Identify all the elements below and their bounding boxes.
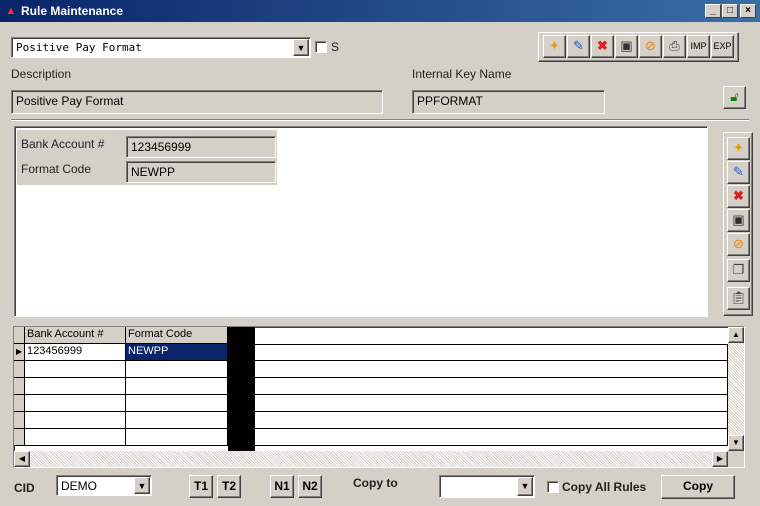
import-button[interactable]: IMP xyxy=(687,35,710,58)
copy-icon[interactable]: ❐ xyxy=(727,259,750,282)
edit-icon[interactable]: ✎ xyxy=(727,161,750,184)
new-icon[interactable]: ✦ xyxy=(727,137,750,160)
table-cell[interactable] xyxy=(126,429,228,446)
table-cell[interactable] xyxy=(25,395,126,412)
column-header-format-code[interactable]: Format Code xyxy=(126,327,228,344)
unlock-icon[interactable]: 🔓︎ xyxy=(723,86,746,109)
copy-button[interactable]: Copy xyxy=(661,475,735,499)
window-title: Rule Maintenance xyxy=(21,4,124,18)
data-grid: Bank Account # Format Code ▶ 123456999 N… xyxy=(13,326,745,468)
cid-select-value: DEMO xyxy=(61,479,97,493)
cid-select[interactable]: DEMO ▼ xyxy=(56,475,152,496)
column-separator xyxy=(228,327,255,453)
table-cell[interactable] xyxy=(126,395,228,412)
cancel-icon[interactable]: ⊘ xyxy=(727,233,750,256)
copy-to-select[interactable]: ▼ xyxy=(439,475,535,498)
cancel-icon[interactable]: ⊘ xyxy=(639,35,662,58)
copy-all-rules-checkbox[interactable] xyxy=(547,481,559,493)
minimize-button[interactable]: _ xyxy=(705,4,721,18)
format-code-label: Format Code xyxy=(21,162,92,176)
s-checkbox[interactable] xyxy=(315,41,327,53)
scroll-corner xyxy=(728,451,744,467)
table-cell[interactable] xyxy=(126,378,228,395)
n1-button[interactable]: N1 xyxy=(270,475,294,498)
internal-key-label: Internal Key Name xyxy=(412,67,512,81)
vertical-scrollbar[interactable] xyxy=(728,327,744,451)
table-cell-selected[interactable]: NEWPP xyxy=(126,344,228,361)
t2-button[interactable]: T2 xyxy=(217,475,241,498)
save-icon[interactable]: ▣ xyxy=(615,35,638,58)
n2-button[interactable]: N2 xyxy=(298,475,322,498)
paste-icon[interactable]: 📋︎ xyxy=(727,287,750,310)
maximize-button[interactable]: □ xyxy=(722,4,738,18)
cid-label: CID xyxy=(14,481,35,495)
bank-account-label: Bank Account # xyxy=(21,137,105,151)
table-cell[interactable] xyxy=(25,378,126,395)
chevron-down-icon[interactable]: ▼ xyxy=(517,477,533,496)
table-cell[interactable] xyxy=(255,395,728,412)
close-button[interactable]: × xyxy=(740,4,756,18)
table-cell[interactable] xyxy=(126,412,228,429)
format-code-field[interactable]: NEWPP xyxy=(126,161,276,183)
row-indicator xyxy=(14,429,25,446)
table-cell[interactable] xyxy=(255,344,728,361)
description-field[interactable]: Positive Pay Format xyxy=(11,90,383,114)
row-indicator xyxy=(14,378,25,395)
t1-button[interactable]: T1 xyxy=(189,475,213,498)
divider xyxy=(11,119,749,121)
table-cell[interactable]: 123456999 xyxy=(25,344,126,361)
save-icon[interactable]: ▣ xyxy=(727,209,750,232)
rule-select[interactable]: Positive Pay Format ▼ xyxy=(11,37,311,58)
table-cell[interactable] xyxy=(255,429,728,446)
scroll-left-icon[interactable]: ◀ xyxy=(14,451,30,467)
copy-all-rules-label: Copy All Rules xyxy=(562,480,647,494)
new-icon[interactable]: ✦ xyxy=(543,35,566,58)
title-bar: ▲ Rule Maintenance _ □ × xyxy=(0,0,760,22)
internal-key-field[interactable]: PPFORMAT xyxy=(412,90,605,114)
row-indicator xyxy=(14,395,25,412)
print-icon[interactable]: ⎙ xyxy=(663,35,686,58)
table-cell[interactable] xyxy=(25,412,126,429)
edit-icon[interactable]: ✎ xyxy=(567,35,590,58)
table-cell[interactable] xyxy=(255,412,728,429)
scroll-up-icon[interactable]: ▲ xyxy=(728,327,744,343)
column-header-bank-account[interactable]: Bank Account # xyxy=(25,327,126,344)
table-cell[interactable] xyxy=(255,378,728,395)
rule-select-value: Positive Pay Format xyxy=(16,41,142,54)
row-indicator xyxy=(14,412,25,429)
bank-account-field[interactable]: 123456999 xyxy=(126,136,276,158)
horizontal-scrollbar[interactable] xyxy=(14,451,728,467)
row-indicator-header xyxy=(14,327,25,344)
chevron-down-icon[interactable]: ▼ xyxy=(293,39,309,56)
scroll-right-icon[interactable]: ▶ xyxy=(712,451,728,467)
s-checkbox-label: S xyxy=(331,40,340,54)
scroll-down-icon[interactable]: ▼ xyxy=(728,435,744,451)
chevron-down-icon[interactable]: ▼ xyxy=(134,477,150,494)
delete-icon[interactable]: ✖ xyxy=(727,185,750,208)
table-cell[interactable] xyxy=(25,361,126,378)
row-indicator-icon: ▶ xyxy=(14,344,25,361)
delete-icon[interactable]: ✖ xyxy=(591,35,614,58)
copy-to-label: Copy to xyxy=(353,476,398,490)
app-icon: ▲ xyxy=(5,5,17,17)
table-cell[interactable] xyxy=(126,361,228,378)
description-label: Description xyxy=(11,67,72,81)
export-button[interactable]: EXP xyxy=(711,35,734,58)
table-cell[interactable] xyxy=(25,429,126,446)
table-cell[interactable] xyxy=(255,361,728,378)
row-indicator xyxy=(14,361,25,378)
